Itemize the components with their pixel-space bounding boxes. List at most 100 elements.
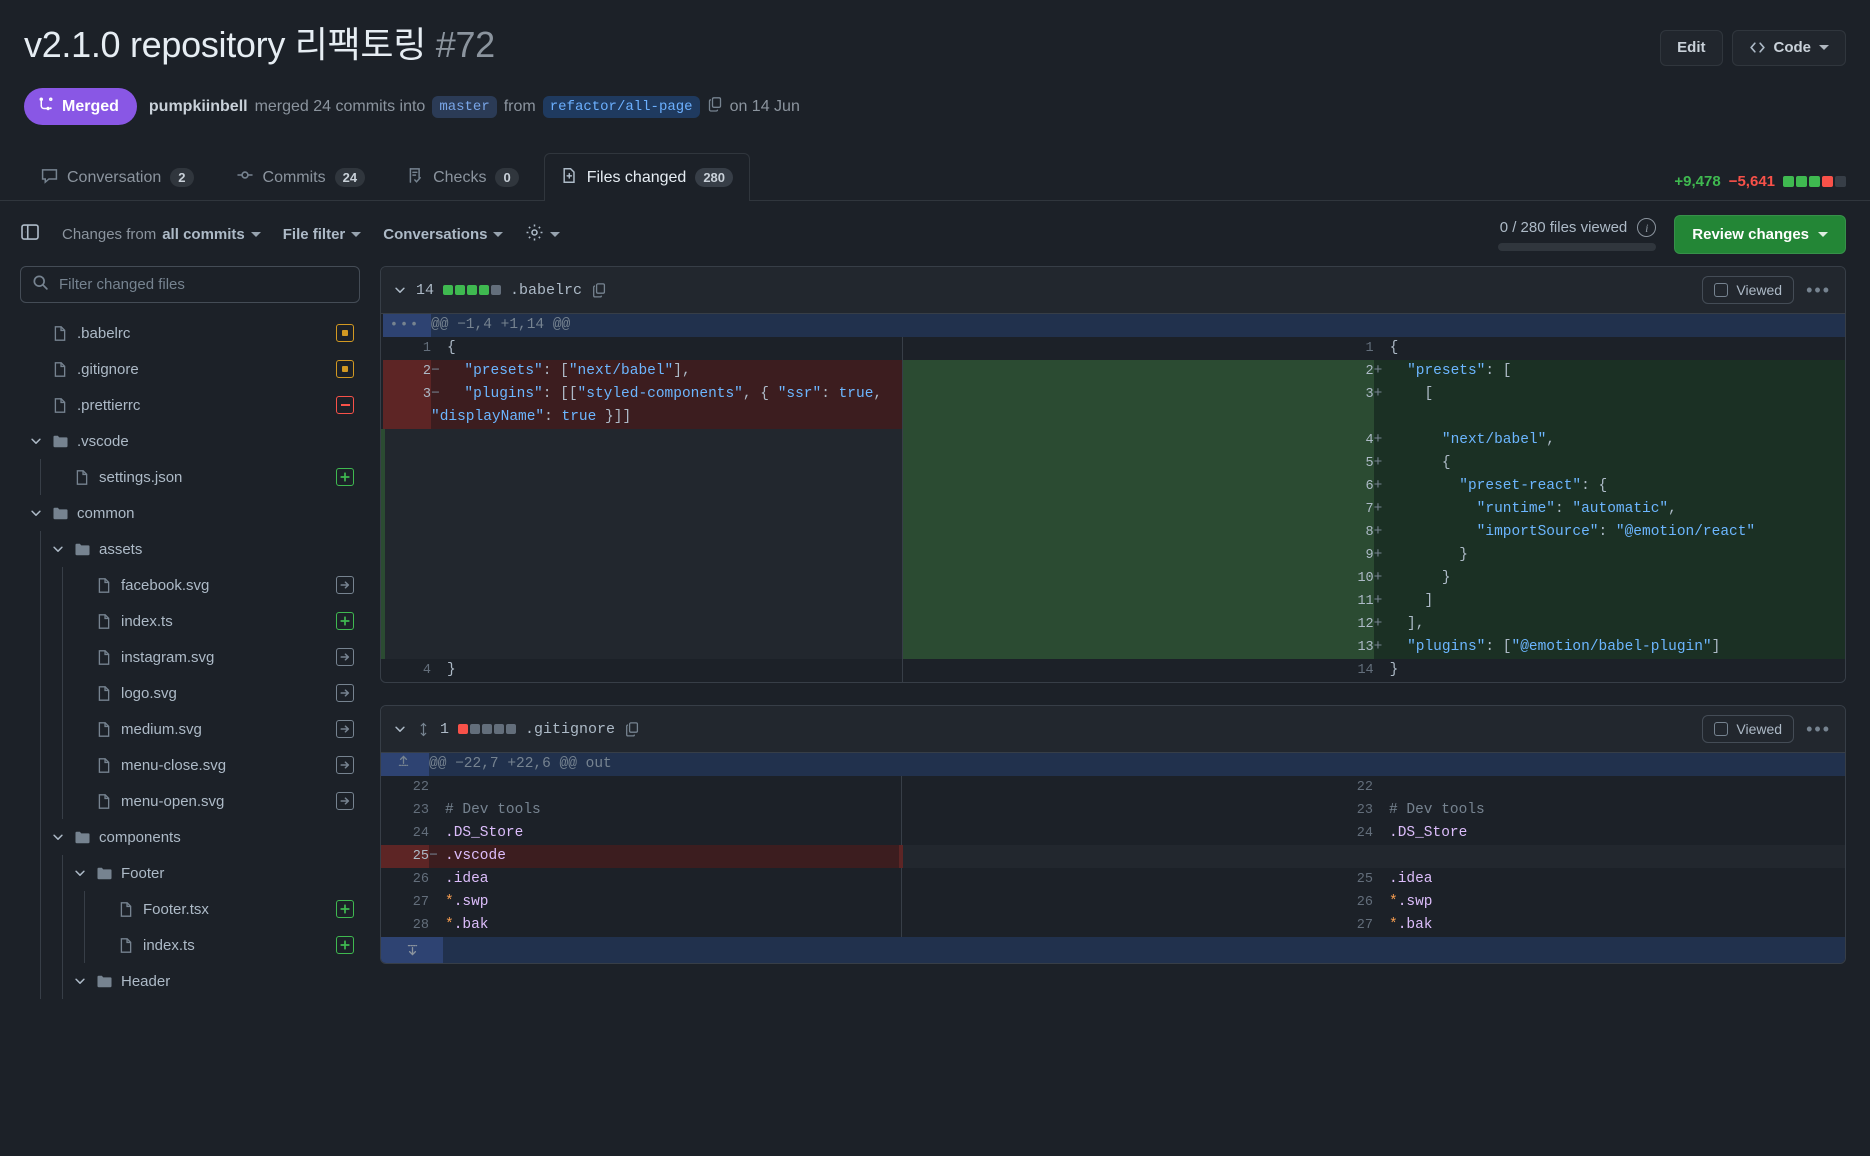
tree-indent-spacer	[28, 361, 44, 377]
tree-file-row[interactable]: menu-close.svg	[20, 747, 360, 783]
tree-file-row[interactable]: .babelrc	[20, 315, 360, 351]
tree-file-row[interactable]: instagram.svg	[20, 639, 360, 675]
tree-file-row[interactable]: .prettierrc	[20, 387, 360, 423]
tree-file-row[interactable]: Footer.tsx	[20, 891, 360, 927]
edit-button[interactable]: Edit	[1660, 30, 1722, 66]
chevron-down-icon[interactable]	[28, 505, 44, 521]
chevron-down-icon[interactable]	[72, 973, 88, 989]
tree-guide-line	[62, 675, 63, 711]
file-path-label[interactable]: .gitignore	[525, 721, 615, 738]
diff-row: 5+ {	[383, 452, 1845, 475]
chevron-down-icon[interactable]	[50, 829, 66, 845]
tree-guide-line	[40, 855, 41, 891]
file-filter-label: File filter	[283, 226, 346, 243]
tree-indent-spacer	[50, 469, 66, 485]
tab-count: 0	[495, 168, 518, 187]
diff-stat-summary: +9,478 −5,641	[1674, 173, 1846, 200]
tree-folder-row[interactable]: components	[20, 819, 360, 855]
code-cell-left: − "presets": ["next/babel"],	[431, 360, 902, 383]
chevron-down-icon[interactable]	[50, 541, 66, 557]
additions-count: +9,478	[1674, 173, 1720, 190]
file-header-right: Viewed •••	[1702, 276, 1831, 304]
tree-file-row[interactable]: logo.svg	[20, 675, 360, 711]
expand-hunk-button[interactable]	[381, 753, 429, 776]
line-number-left: 1	[383, 337, 431, 360]
diff-settings-dropdown[interactable]	[525, 223, 560, 246]
collapse-file-chevron-icon[interactable]	[393, 283, 407, 297]
tab-label: Conversation	[67, 169, 161, 187]
code-cell-right: *.bak	[1373, 914, 1845, 937]
title-row: v2.1.0 repository 리팩토링 #72 Edit Code	[24, 22, 1846, 67]
expand-updown-icon[interactable]	[416, 722, 431, 737]
diff-stat-block	[1796, 176, 1807, 187]
expand-hunk-button[interactable]: •••	[383, 314, 431, 337]
tree-file-row[interactable]: index.ts	[20, 603, 360, 639]
copy-branch-icon[interactable]	[707, 96, 723, 117]
conversations-dropdown[interactable]: Conversations	[383, 226, 503, 243]
merged-date: on 14 Jun	[730, 98, 800, 116]
file-options-kebab-icon[interactable]: •••	[1806, 720, 1831, 738]
file-path-label[interactable]: .babelrc	[510, 282, 582, 299]
base-branch-chip[interactable]: master	[432, 96, 496, 118]
tree-guide-line	[62, 567, 63, 603]
tree-file-row[interactable]: menu-open.svg	[20, 783, 360, 819]
tree-file-row[interactable]: .gitignore	[20, 351, 360, 387]
chevron-down-icon[interactable]	[28, 433, 44, 449]
diff-row: 2222	[381, 776, 1845, 799]
diff-row: 11+ ]	[383, 590, 1845, 613]
viewed-checkbox[interactable]: Viewed	[1702, 715, 1794, 743]
tree-file-row[interactable]: index.ts	[20, 927, 360, 963]
chevron-down-icon	[1819, 45, 1829, 50]
diff-marker: +	[1374, 452, 1390, 475]
file-icon	[96, 577, 113, 594]
tree-guide-line	[62, 603, 63, 639]
diff-row: 27*.swp26*.swp	[381, 891, 1845, 914]
tree-folder-row[interactable]: Footer	[20, 855, 360, 891]
toggle-file-tree-button[interactable]	[20, 222, 40, 247]
tree-file-row[interactable]: settings.json	[20, 459, 360, 495]
tree-item-label: Header	[121, 973, 354, 990]
pr-author[interactable]: pumpkiinbell	[149, 98, 248, 116]
file-icon	[96, 793, 113, 810]
changes-from-dropdown[interactable]: Changes from all commits	[62, 226, 261, 243]
file-status-renamed-icon	[336, 576, 354, 594]
tab-checks[interactable]: Checks 0	[390, 153, 536, 201]
copy-path-icon[interactable]	[591, 282, 607, 298]
code-cell-left	[431, 613, 902, 636]
chevron-down-icon[interactable]	[72, 865, 88, 881]
tree-guide-line	[40, 927, 41, 963]
tree-file-row[interactable]: facebook.svg	[20, 567, 360, 603]
copy-path-icon[interactable]	[624, 721, 640, 737]
code-brackets-icon	[1749, 39, 1766, 56]
file-icon	[96, 721, 113, 738]
file-filter-dropdown[interactable]: File filter	[283, 226, 362, 243]
head-branch-chip[interactable]: refactor/all-page	[543, 96, 700, 118]
tab-files-changed[interactable]: Files changed 280	[544, 153, 750, 201]
tree-item-label: medium.svg	[121, 721, 328, 738]
diff-marker: +	[1374, 544, 1390, 567]
tree-item-label: menu-close.svg	[121, 757, 328, 774]
file-icon	[96, 757, 113, 774]
tree-folder-row[interactable]: Header	[20, 963, 360, 999]
merged-commits-text: merged 24 commits into	[255, 98, 426, 116]
search-input[interactable]	[20, 266, 360, 303]
collapse-file-chevron-icon[interactable]	[393, 722, 407, 736]
tree-file-row[interactable]: medium.svg	[20, 711, 360, 747]
code-cell-left: # Dev tools	[429, 799, 901, 822]
tree-folder-row[interactable]: assets	[20, 531, 360, 567]
pr-tabbar: Conversation 2 Commits 24 Checks 0	[0, 152, 1870, 201]
hunk-header-row[interactable]: @@ −22,7 +22,6 @@ out	[381, 753, 1845, 776]
info-icon[interactable]: i	[1637, 218, 1656, 237]
code-button[interactable]: Code	[1732, 30, 1847, 66]
file-options-kebab-icon[interactable]: •••	[1806, 281, 1831, 299]
hunk-header-row[interactable]: •••@@ −1,4 +1,14 @@	[383, 314, 1845, 337]
viewed-checkbox[interactable]: Viewed	[1702, 276, 1794, 304]
tab-conversation[interactable]: Conversation 2	[24, 153, 211, 201]
tree-folder-row[interactable]: common	[20, 495, 360, 531]
expand-hunk-footer[interactable]	[381, 937, 1845, 963]
folder-icon	[52, 433, 69, 450]
tab-commits[interactable]: Commits 24	[219, 153, 383, 201]
review-changes-button[interactable]: Review changes	[1674, 215, 1846, 254]
conversations-label: Conversations	[383, 226, 487, 243]
tree-folder-row[interactable]: .vscode	[20, 423, 360, 459]
